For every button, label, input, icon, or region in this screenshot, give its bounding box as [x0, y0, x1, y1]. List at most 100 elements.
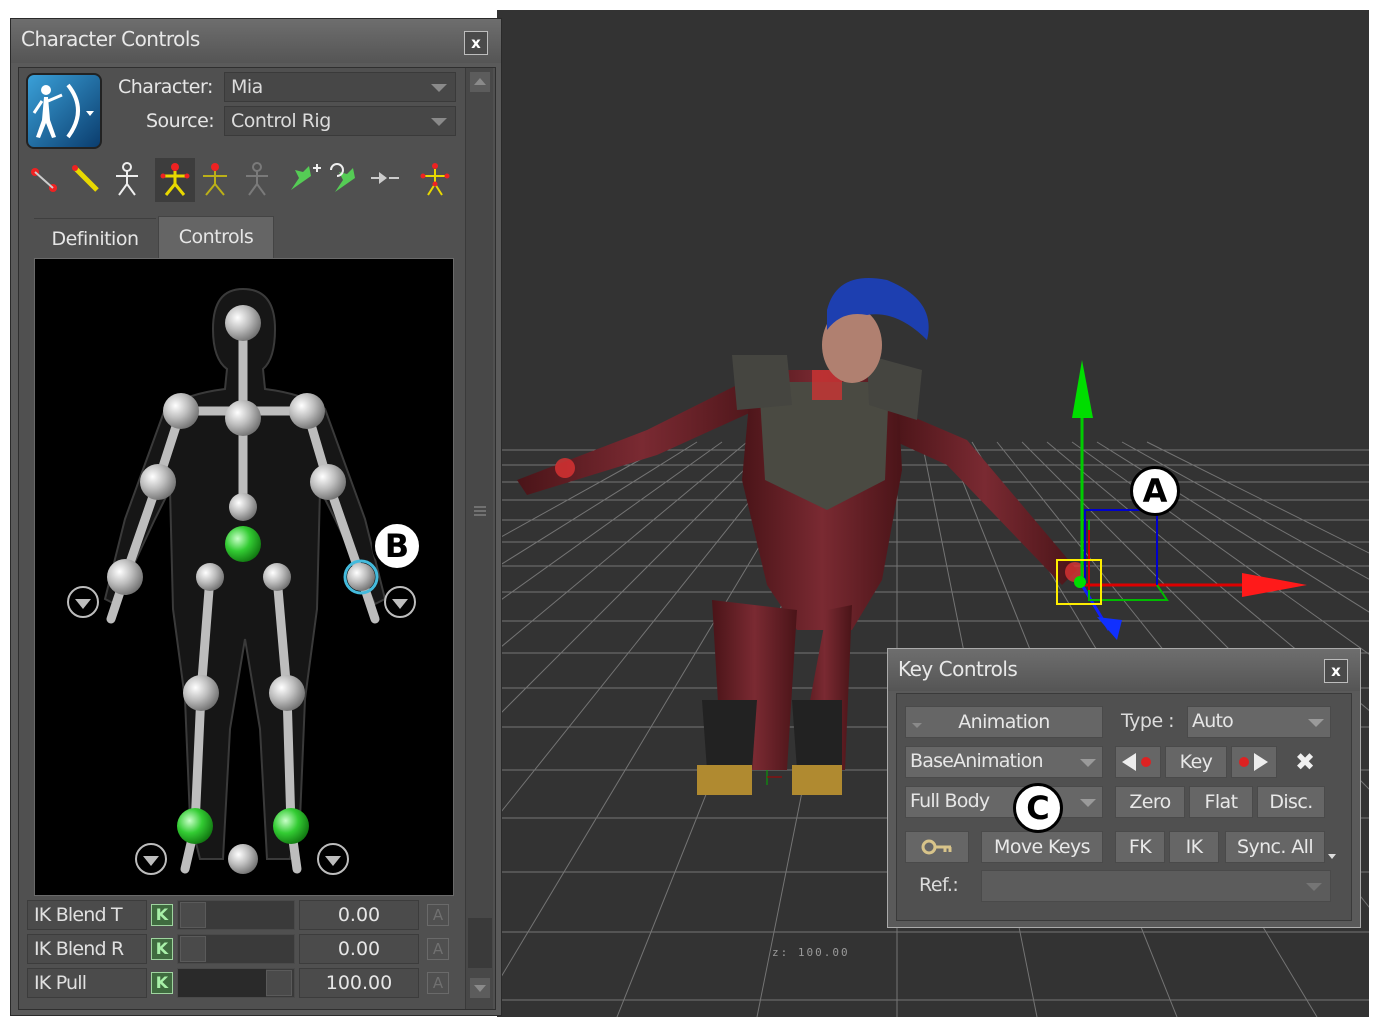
character-controls-titlebar[interactable]: Character Controls x: [11, 19, 501, 63]
callout-a: A: [1130, 466, 1180, 516]
origin-axis-icon: [766, 770, 782, 785]
character-toolbar: [27, 158, 457, 202]
scroll-down-icon[interactable]: [470, 978, 490, 998]
callout-c: C: [1013, 783, 1063, 833]
animation-layer-value: BaseAnimation: [910, 750, 1044, 772]
chevron-down-icon: [912, 723, 922, 728]
callout-b: B: [372, 521, 422, 571]
keying-mode-value: Full Body: [910, 790, 990, 812]
character-label: Character:: [118, 76, 213, 98]
next-key-button[interactable]: [1231, 746, 1277, 778]
auto-button[interactable]: A: [427, 972, 449, 994]
source-label: Source:: [146, 110, 215, 132]
ik-row: IK Pull K 100.00 A: [27, 968, 457, 998]
previous-key-icon: [1122, 753, 1151, 771]
key-controls-body: Animation Type : Auto BaseAnimation Key …: [896, 693, 1352, 921]
auto-button[interactable]: A: [427, 904, 449, 926]
sync-all-label: Sync. All: [1236, 836, 1314, 858]
scroll-up-icon[interactable]: [470, 72, 490, 92]
key-button[interactable]: Key: [1165, 746, 1227, 778]
chevron-down-icon: [1306, 883, 1322, 891]
panel-scrollbar[interactable]: [465, 68, 493, 1009]
flat-button[interactable]: Flat: [1189, 786, 1253, 818]
animation-layer-dropdown[interactable]: BaseAnimation: [905, 746, 1103, 778]
key-controls-title: Key Controls: [898, 657, 1018, 681]
character-menu-button[interactable]: [26, 73, 102, 149]
chevron-down-icon: [431, 118, 447, 126]
chevron-down-icon: [1080, 759, 1096, 767]
ik-row: IK Blend T K 0.00 A: [27, 900, 457, 930]
character-controls-title: Character Controls: [21, 27, 200, 51]
close-button[interactable]: x: [1324, 659, 1348, 683]
ghost-figure-icon[interactable]: [237, 158, 277, 202]
key-button[interactable]: K: [151, 938, 173, 960]
sync-all-button[interactable]: Sync. All: [1225, 831, 1325, 863]
key-controls-titlebar[interactable]: Key Controls x: [888, 649, 1360, 691]
animation-label: Animation: [958, 711, 1050, 733]
animation-button[interactable]: Animation: [905, 706, 1103, 738]
figure-pivot-icon[interactable]: [415, 158, 455, 202]
pin-rotate-icon[interactable]: [325, 158, 365, 202]
source-value: Control Rig: [231, 110, 331, 132]
key-lock-button[interactable]: [905, 831, 969, 863]
ik-slider[interactable]: [177, 968, 295, 998]
zero-button[interactable]: Zero: [1115, 786, 1185, 818]
discontinuity-button[interactable]: Disc.: [1257, 786, 1325, 818]
stick-figure-icon[interactable]: [107, 158, 147, 202]
pin-translate-icon[interactable]: [285, 158, 325, 202]
ik-property-name: IK Pull: [27, 968, 147, 998]
key-controls-panel: Key Controls x Animation Type : Auto Bas…: [887, 648, 1361, 928]
key-button[interactable]: K: [151, 904, 173, 926]
previous-key-button[interactable]: [1115, 746, 1161, 778]
scroll-grip-icon[interactable]: [472, 502, 488, 516]
sync-menu-icon[interactable]: [1327, 846, 1337, 859]
type-label: Type :: [1121, 710, 1175, 732]
reference-dropdown[interactable]: [981, 870, 1331, 902]
move-keys-button[interactable]: Move Keys: [981, 831, 1103, 863]
ik-value-field[interactable]: 100.00: [299, 968, 419, 998]
auto-button[interactable]: A: [427, 938, 449, 960]
type-dropdown[interactable]: Auto: [1187, 706, 1331, 738]
slider-handle[interactable]: [180, 936, 206, 962]
character-controls-panel: Character Controls x Character: Mia Sour…: [10, 18, 502, 1016]
character-controls-body: Character: Mia Source: Control Rig Defin…: [18, 67, 496, 1010]
next-key-icon: [1239, 753, 1268, 771]
keying-mode-dropdown[interactable]: Full Body: [905, 786, 1103, 818]
ik-button[interactable]: IK: [1169, 831, 1219, 863]
type-value: Auto: [1192, 710, 1234, 732]
ref-label: Ref.:: [919, 874, 959, 896]
close-button[interactable]: x: [464, 31, 488, 55]
chevron-down-icon: [431, 84, 447, 92]
ik-value-field[interactable]: 0.00: [299, 934, 419, 964]
slider-handle[interactable]: [266, 970, 292, 996]
slider-handle[interactable]: [180, 902, 206, 928]
slider-fill: [178, 969, 266, 997]
connect-points-icon[interactable]: [27, 158, 67, 202]
character-icon: [32, 83, 94, 139]
ik-value-field[interactable]: 0.00: [299, 900, 419, 930]
ik-row: IK Blend R K 0.00 A: [27, 934, 457, 964]
key-button[interactable]: K: [151, 972, 173, 994]
character-value: Mia: [231, 76, 263, 98]
ik-property-name: IK Blend R: [27, 934, 147, 964]
body-part-icon[interactable]: [195, 158, 235, 202]
tab-definition[interactable]: Definition: [34, 218, 156, 260]
chevron-down-icon: [1080, 799, 1096, 807]
fk-button[interactable]: FK: [1115, 831, 1165, 863]
chevron-down-icon: [1308, 719, 1324, 727]
delete-keys-icon[interactable]: ✖: [1289, 746, 1321, 778]
tab-controls[interactable]: Controls: [158, 216, 274, 258]
ik-slider[interactable]: [177, 934, 295, 964]
coordinate-readout: z: 100.00: [772, 946, 850, 959]
bone-pencil-icon[interactable]: [67, 158, 107, 202]
body-silhouette: [67, 287, 416, 875]
key-icon: [921, 839, 952, 855]
ik-slider[interactable]: [177, 900, 295, 930]
scroll-thumb[interactable]: [468, 918, 492, 968]
character-dropdown[interactable]: Mia: [224, 72, 456, 102]
full-body-selected-icon[interactable]: [155, 158, 195, 202]
source-dropdown[interactable]: Control Rig: [224, 106, 456, 136]
release-pin-icon[interactable]: [365, 158, 405, 202]
ik-property-name: IK Blend T: [27, 900, 147, 930]
humanik-body-figure[interactable]: [34, 258, 454, 896]
